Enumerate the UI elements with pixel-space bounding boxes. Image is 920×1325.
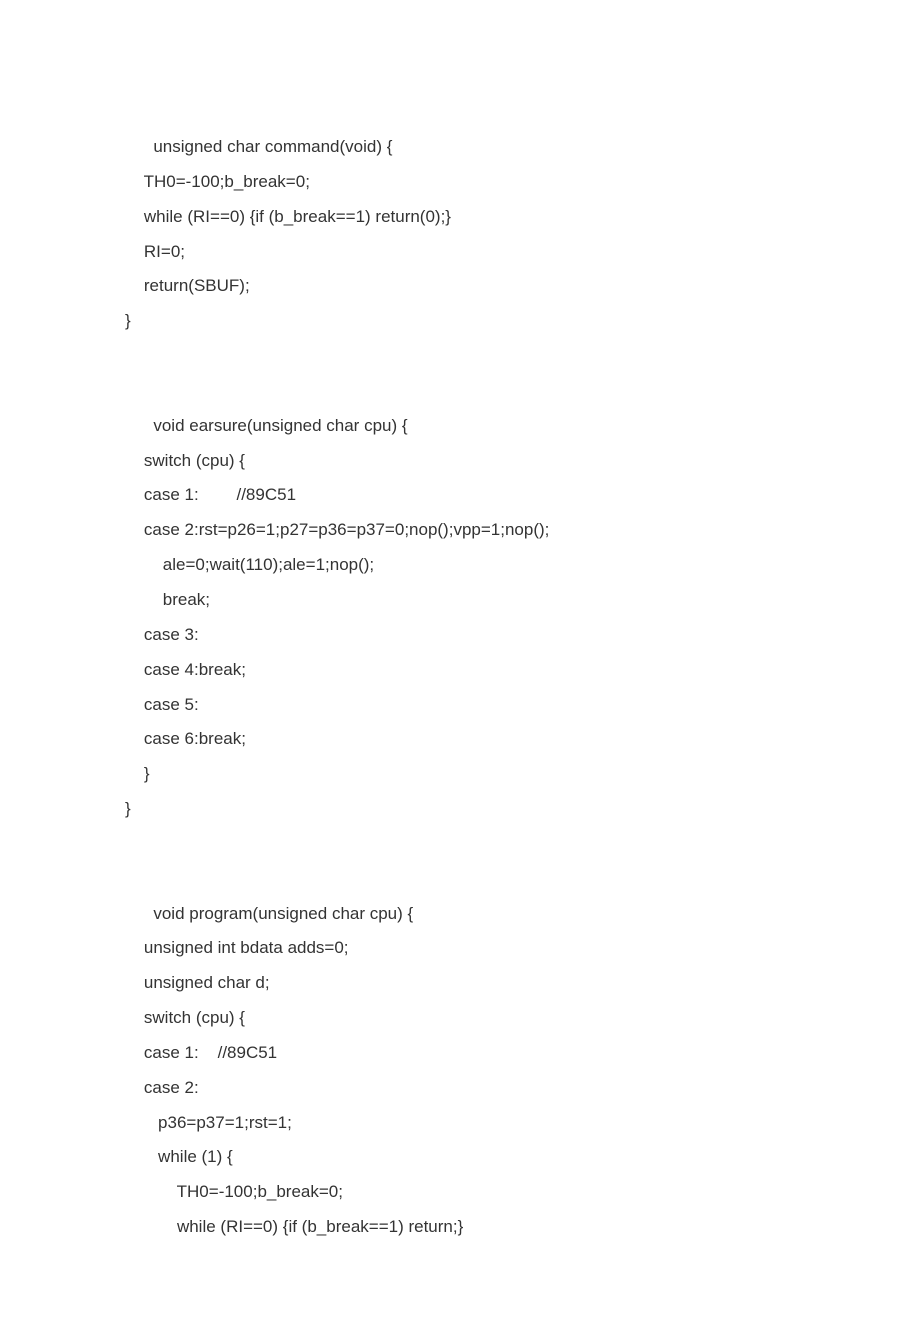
code-content: unsigned char command(void) { TH0=-100;b… [125, 130, 810, 1245]
document-page: unsigned char command(void) { TH0=-100;b… [0, 0, 920, 1325]
